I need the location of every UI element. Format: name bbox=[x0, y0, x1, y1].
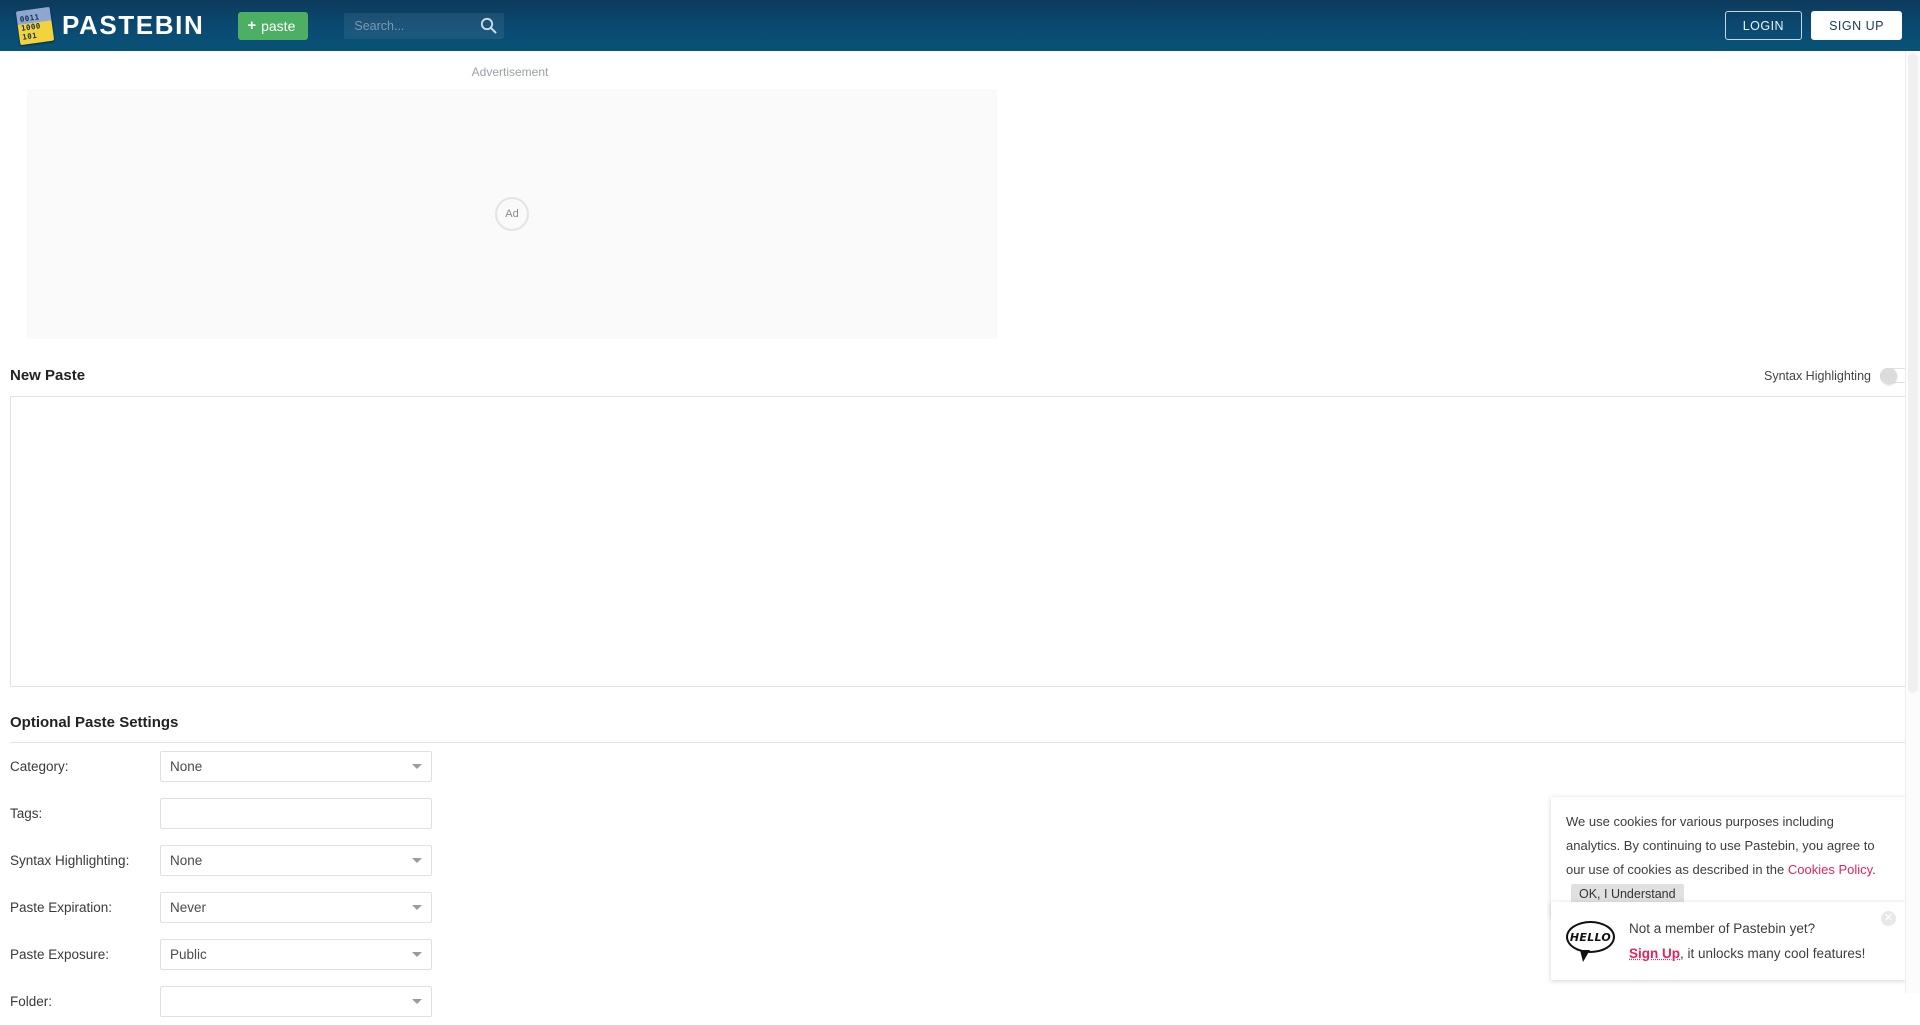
logo-text: PASTEBIN bbox=[62, 10, 205, 40]
login-button[interactable]: LOGIN bbox=[1724, 11, 1803, 40]
header-actions: LOGIN SIGN UP bbox=[1724, 11, 1902, 40]
search-icon[interactable] bbox=[480, 17, 497, 39]
page-title: New Paste bbox=[10, 367, 86, 384]
chevron-down-icon bbox=[412, 905, 422, 910]
paste-exposure-value: Public bbox=[170, 947, 207, 962]
page-scrollbar[interactable] bbox=[1905, 51, 1920, 993]
chevron-down-icon bbox=[412, 999, 422, 1004]
signup-promo: HELLO Not a member of Pastebin yet? Sign… bbox=[1551, 902, 1906, 980]
label-category: Category: bbox=[10, 759, 69, 774]
advertisement-label: Advertisement bbox=[471, 65, 549, 79]
cookie-accept-button[interactable]: OK, I Understand bbox=[1571, 884, 1684, 904]
site-header: 0011 1000 101 PASTEBIN + paste LOGIN SIG… bbox=[0, 0, 1920, 51]
ad-placeholder-icon: Ad bbox=[495, 197, 529, 231]
promo-line-2-rest: , it unlocks many cool features! bbox=[1680, 946, 1866, 961]
search-input[interactable] bbox=[352, 17, 478, 34]
category-select[interactable]: None bbox=[160, 751, 432, 782]
syntax-highlighting-select[interactable]: None bbox=[160, 845, 432, 876]
syntax-highlight-label: Syntax Highlighting bbox=[1763, 368, 1871, 383]
label-tags: Tags: bbox=[10, 806, 43, 821]
label-folder: Folder: bbox=[10, 994, 53, 1009]
cookie-notice: We use cookies for various purposes incl… bbox=[1551, 797, 1906, 917]
form-row-category: Category: None bbox=[10, 743, 1920, 790]
paste-exposure-select[interactable]: Public bbox=[160, 939, 432, 970]
logo[interactable]: 0011 1000 101 PASTEBIN bbox=[15, 6, 205, 45]
new-paste-button-label: paste bbox=[261, 17, 296, 34]
label-paste-exposure: Paste Exposure: bbox=[10, 947, 110, 962]
advertisement-slot[interactable]: Ad bbox=[27, 89, 997, 339]
form-row-folder: Folder: bbox=[10, 978, 1920, 1025]
folder-select[interactable] bbox=[160, 986, 432, 1017]
promo-line-2: Sign Up, it unlocks many cool features! bbox=[1629, 941, 1865, 966]
syntax-highlight-toggle-group: Syntax Highlighting bbox=[1763, 368, 1910, 384]
signup-button[interactable]: SIGN UP bbox=[1811, 11, 1902, 40]
pastebin-logo-icon: 0011 1000 101 bbox=[15, 6, 55, 45]
scrollbar-thumb[interactable] bbox=[1908, 53, 1918, 693]
cookie-text-end: . bbox=[1872, 862, 1876, 877]
sign-up-link[interactable]: Sign Up bbox=[1629, 946, 1680, 961]
new-paste-button[interactable]: + paste bbox=[238, 11, 309, 40]
signup-promo-text: Not a member of Pastebin yet? Sign Up, i… bbox=[1629, 916, 1865, 966]
toggle-knob bbox=[1881, 368, 1897, 384]
close-icon[interactable]: ✕ bbox=[1881, 911, 1896, 926]
hello-speech-bubble-icon: HELLO bbox=[1566, 921, 1615, 962]
promo-line-1: Not a member of Pastebin yet? bbox=[1629, 921, 1816, 936]
paste-expiration-select[interactable]: Never bbox=[160, 892, 432, 923]
chevron-down-icon bbox=[412, 764, 422, 769]
optional-settings-title: Optional Paste Settings bbox=[10, 714, 179, 731]
paste-expiration-value: Never bbox=[170, 900, 207, 915]
tags-field[interactable] bbox=[160, 798, 432, 829]
cookies-policy-link[interactable]: Cookies Policy bbox=[1788, 862, 1872, 877]
chevron-down-icon bbox=[412, 858, 422, 863]
plus-icon: + bbox=[247, 17, 257, 34]
label-paste-expiration: Paste Expiration: bbox=[10, 900, 113, 915]
category-value: None bbox=[170, 759, 203, 774]
label-syntax-highlighting: Syntax Highlighting: bbox=[10, 853, 130, 868]
search-box[interactable] bbox=[344, 12, 505, 39]
paste-textarea[interactable] bbox=[10, 396, 1910, 687]
hello-bubble-text: HELLO bbox=[1566, 921, 1615, 953]
tags-input[interactable] bbox=[170, 805, 422, 822]
new-paste-header: New Paste Syntax Highlighting bbox=[10, 367, 1910, 384]
syntax-highlighting-value: None bbox=[170, 853, 203, 868]
chevron-down-icon bbox=[412, 952, 422, 957]
